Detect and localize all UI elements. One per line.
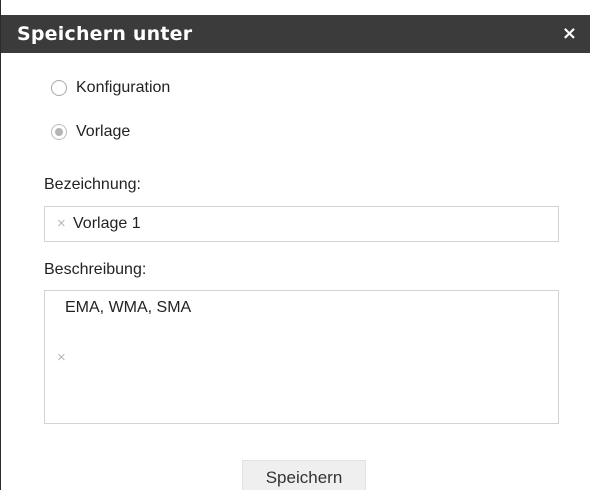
close-icon[interactable]: × <box>562 15 577 53</box>
description-field-label: Beschreibung: <box>44 261 147 278</box>
name-field-label: Bezeichnung: <box>44 176 141 193</box>
name-input[interactable]: × Vorlage 1 <box>44 206 559 242</box>
radio-vorlage-label: Vorlage <box>76 123 131 140</box>
dialog-titlebar: Speichern unter × <box>1 15 590 53</box>
save-button[interactable]: Speichern <box>242 460 366 490</box>
clear-description-icon[interactable]: × <box>57 349 66 366</box>
description-textarea-value: EMA, WMA, SMA <box>65 299 192 316</box>
radio-option-vorlage[interactable]: Vorlage <box>51 120 130 144</box>
description-textarea[interactable]: EMA, WMA, SMA × <box>44 290 559 424</box>
radio-option-konfiguration[interactable]: Konfiguration <box>51 76 170 100</box>
radio-konfiguration[interactable] <box>51 80 67 96</box>
save-as-dialog: Speichern unter × Konfiguration Vorlage … <box>0 0 590 490</box>
name-input-value: Vorlage 1 <box>73 215 141 232</box>
radio-vorlage[interactable] <box>51 124 67 140</box>
clear-name-icon[interactable]: × <box>57 215 66 232</box>
radio-konfiguration-label: Konfiguration <box>76 79 171 96</box>
dialog-title: Speichern unter <box>17 23 193 45</box>
